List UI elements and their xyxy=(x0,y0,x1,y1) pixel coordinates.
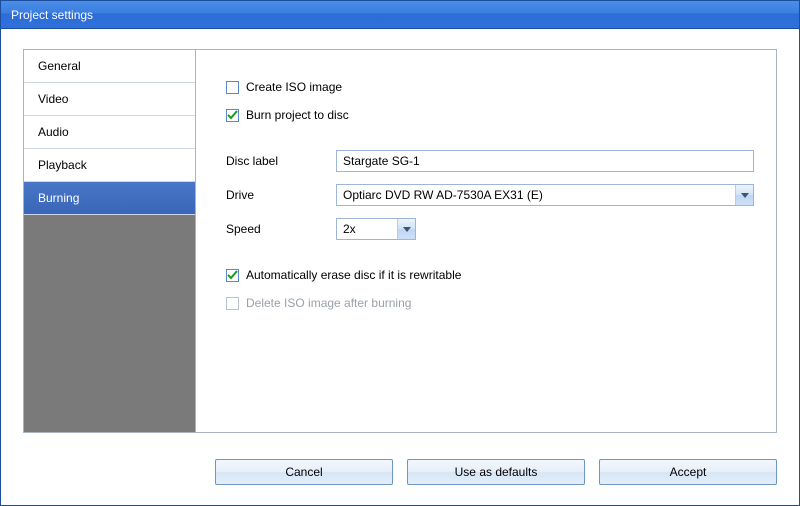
sidebar-item-label: General xyxy=(38,59,81,73)
client-area: General Video Audio Playback Burning xyxy=(1,29,799,505)
drive-row: Drive Optiarc DVD RW AD-7530A EX31 (E) xyxy=(226,184,754,206)
drive-label: Drive xyxy=(226,188,336,202)
speed-select-button[interactable] xyxy=(397,219,415,239)
sidebar-item-label: Burning xyxy=(38,191,79,205)
drive-select[interactable]: Optiarc DVD RW AD-7530A EX31 (E) xyxy=(336,184,754,206)
create-iso-row: Create ISO image xyxy=(226,80,754,94)
settings-sidebar: General Video Audio Playback Burning xyxy=(24,50,196,432)
cancel-button[interactable]: Cancel xyxy=(215,459,393,485)
sidebar-item-label: Audio xyxy=(38,125,69,139)
delete-iso-checkbox xyxy=(226,297,239,310)
window-title: Project settings xyxy=(11,8,93,22)
sidebar-item-video[interactable]: Video xyxy=(24,83,195,116)
sidebar-item-label: Video xyxy=(38,92,68,106)
sidebar-item-general[interactable]: General xyxy=(24,50,195,83)
auto-erase-row: Automatically erase disc if it is rewrit… xyxy=(226,268,754,282)
sidebar-item-playback[interactable]: Playback xyxy=(24,149,195,182)
create-iso-checkbox[interactable] xyxy=(226,81,239,94)
use-defaults-button[interactable]: Use as defaults xyxy=(407,459,585,485)
sidebar-item-burning[interactable]: Burning xyxy=(24,182,195,215)
speed-row: Speed 2x xyxy=(226,218,754,240)
disc-label-label: Disc label xyxy=(226,154,336,168)
burning-settings-content: Create ISO image Burn project to disc Di… xyxy=(196,50,776,432)
speed-label: Speed xyxy=(226,222,336,236)
auto-erase-label: Automatically erase disc if it is rewrit… xyxy=(246,268,461,282)
sidebar-item-label: Playback xyxy=(38,158,87,172)
burn-to-disc-label: Burn project to disc xyxy=(246,108,349,122)
titlebar[interactable]: Project settings xyxy=(1,1,799,29)
checkmark-icon xyxy=(227,270,238,281)
auto-erase-checkbox[interactable] xyxy=(226,269,239,282)
sidebar-item-audio[interactable]: Audio xyxy=(24,116,195,149)
accept-button[interactable]: Accept xyxy=(599,459,777,485)
disc-label-input[interactable] xyxy=(336,150,754,172)
chevron-down-icon xyxy=(741,193,749,198)
speed-select[interactable]: 2x xyxy=(336,218,416,240)
burn-to-disc-checkbox[interactable] xyxy=(226,109,239,122)
drive-select-value: Optiarc DVD RW AD-7530A EX31 (E) xyxy=(337,188,735,202)
create-iso-label: Create ISO image xyxy=(246,80,342,94)
disc-label-row: Disc label xyxy=(226,150,754,172)
button-label: Accept xyxy=(670,465,707,479)
main-panel: General Video Audio Playback Burning xyxy=(23,49,777,433)
button-label: Cancel xyxy=(285,465,322,479)
drive-select-button[interactable] xyxy=(735,185,753,205)
project-settings-window: Project settings General Video Audio Pla… xyxy=(0,0,800,506)
delete-iso-row: Delete ISO image after burning xyxy=(226,296,754,310)
delete-iso-label: Delete ISO image after burning xyxy=(246,296,411,310)
burn-to-disc-row: Burn project to disc xyxy=(226,108,754,122)
button-label: Use as defaults xyxy=(455,465,538,479)
dialog-button-row: Cancel Use as defaults Accept xyxy=(1,459,799,485)
speed-select-value: 2x xyxy=(337,222,397,236)
checkmark-icon xyxy=(227,110,238,121)
chevron-down-icon xyxy=(403,227,411,232)
